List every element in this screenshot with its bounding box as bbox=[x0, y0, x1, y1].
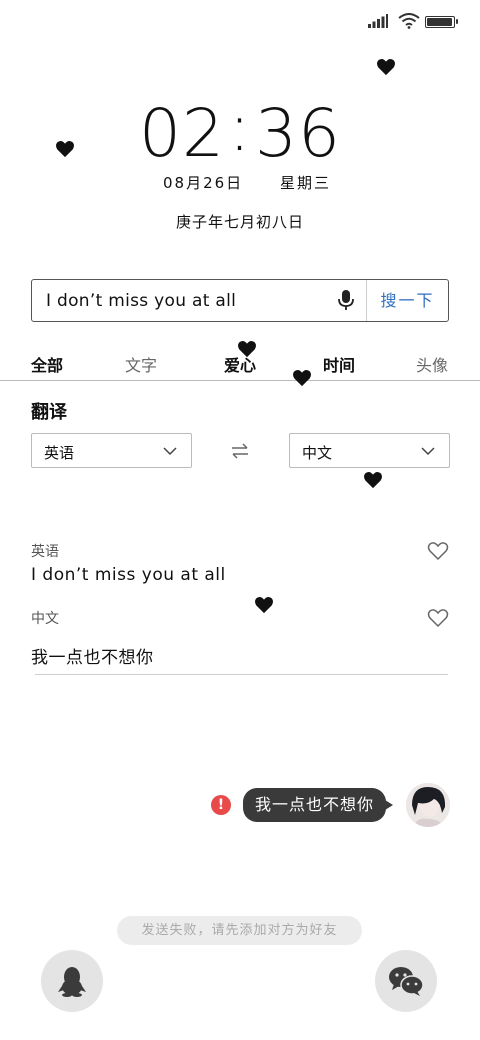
send-failed-toast: 发送失败，请先添加对方为好友 bbox=[117, 916, 362, 945]
clock-minute: 36 bbox=[255, 95, 341, 172]
weekday-text: 星期三 bbox=[280, 174, 332, 192]
target-result-text: 我一点也不想你 bbox=[31, 648, 154, 668]
floating-heart-icon bbox=[377, 58, 395, 76]
source-result-label: 英语 bbox=[31, 544, 59, 560]
floating-heart-icon bbox=[364, 471, 382, 489]
chat-bubble-tail bbox=[385, 800, 393, 810]
avatar[interactable] bbox=[406, 783, 450, 827]
signal-bars-icon bbox=[368, 14, 388, 28]
chevron-down-icon bbox=[421, 447, 435, 456]
battery-icon bbox=[425, 16, 458, 28]
floating-heart-icon bbox=[255, 596, 273, 614]
chevron-down-icon bbox=[163, 447, 177, 456]
favorite-heart-icon[interactable] bbox=[427, 541, 449, 561]
result-divider bbox=[35, 674, 448, 675]
target-result-label: 中文 bbox=[31, 611, 59, 627]
qq-penguin-icon bbox=[58, 967, 86, 997]
qq-button[interactable] bbox=[41, 950, 103, 1012]
clock-colon: : bbox=[228, 89, 252, 166]
source-result-text: I don’t miss you at all bbox=[31, 565, 226, 585]
target-language-select[interactable]: 中文 bbox=[289, 433, 450, 468]
microphone-icon[interactable] bbox=[336, 289, 356, 311]
search-input[interactable] bbox=[46, 280, 316, 321]
translate-title: 翻译 bbox=[31, 402, 67, 423]
source-language-value: 英语 bbox=[44, 444, 75, 462]
date-text: 08月26日 bbox=[163, 174, 244, 192]
floating-heart-icon bbox=[238, 340, 256, 358]
tab-avatar[interactable]: 头像 bbox=[416, 352, 448, 376]
status-bar bbox=[368, 10, 458, 32]
search-box: 搜一下 bbox=[31, 279, 449, 322]
tab-time[interactable]: 时间 bbox=[323, 352, 355, 376]
wifi-icon bbox=[398, 13, 420, 29]
wechat-button[interactable] bbox=[375, 950, 437, 1012]
swap-arrows-icon[interactable] bbox=[229, 442, 251, 460]
floating-heart-icon bbox=[56, 140, 74, 158]
chat-bubble[interactable]: 我一点也不想你 bbox=[243, 788, 387, 822]
source-language-select[interactable]: 英语 bbox=[31, 433, 192, 468]
send-error-icon[interactable]: ! bbox=[211, 795, 231, 815]
search-button[interactable]: 搜一下 bbox=[367, 280, 448, 321]
avatar-illustration bbox=[406, 783, 450, 827]
clock: 02:36 bbox=[0, 89, 480, 172]
wechat-icon bbox=[389, 967, 424, 996]
target-language-value: 中文 bbox=[302, 444, 333, 462]
floating-heart-icon bbox=[293, 369, 311, 387]
clock-hour: 02 bbox=[139, 95, 225, 172]
lunar-date-text: 庚子年七月初八日 bbox=[175, 213, 304, 231]
tab-all[interactable]: 全部 bbox=[31, 352, 63, 376]
tab-text[interactable]: 文字 bbox=[125, 352, 157, 376]
favorite-heart-icon[interactable] bbox=[427, 608, 449, 628]
